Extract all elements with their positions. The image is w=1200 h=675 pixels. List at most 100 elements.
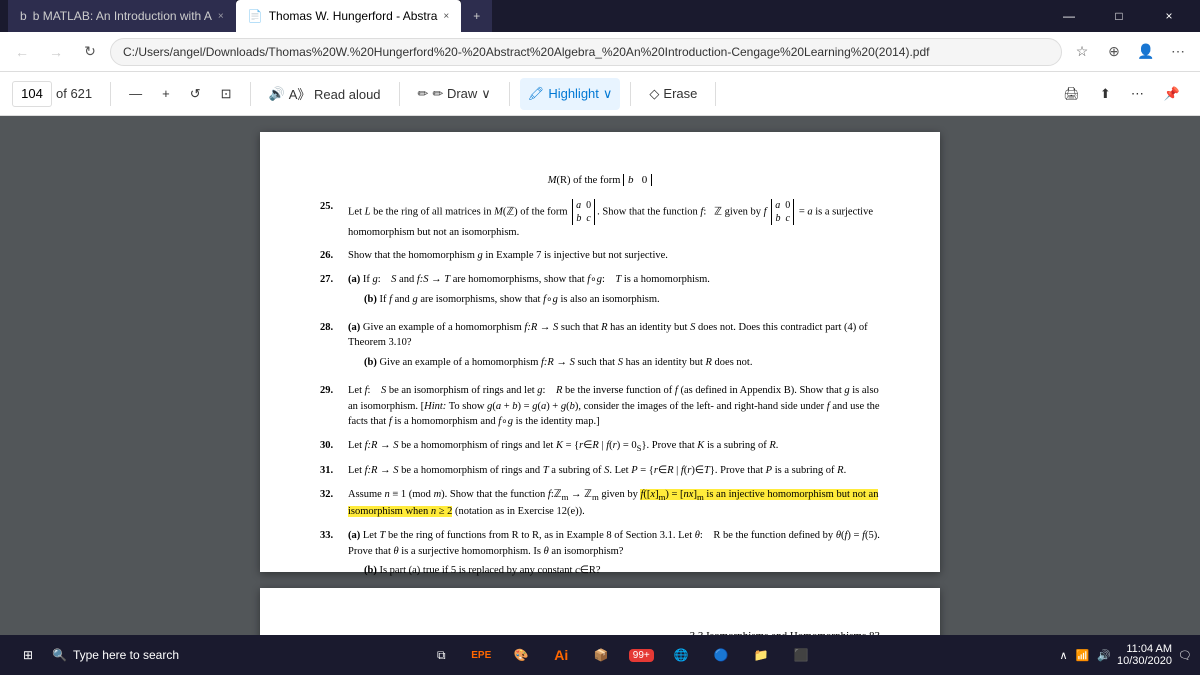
maximize-button[interactable]: □ <box>1096 0 1142 32</box>
read-aloud-label: A》 Read aloud <box>289 84 381 103</box>
tab-matlab-close[interactable]: × <box>218 11 224 22</box>
app-circle[interactable]: 🔵 <box>703 637 739 673</box>
ai-label: Ai <box>554 647 568 663</box>
wifi-icon[interactable]: 📶 <box>1076 649 1090 662</box>
search-label: Type here to search <box>73 648 179 662</box>
tab-hungerford-label: Thomas W. Hungerford - Abstra <box>269 9 438 23</box>
draw-chevron-icon: ∨ <box>481 86 491 102</box>
archive-icon: 📦 <box>594 648 609 662</box>
problem-27: 27. (a) If g: S and f:S → T are homomorp… <box>320 272 880 312</box>
volume-icon[interactable]: 🔊 <box>1097 649 1111 662</box>
page-navigation: of 621 <box>12 81 92 107</box>
back-button[interactable]: ← <box>8 38 36 66</box>
rotate-button[interactable]: ↺ <box>182 78 209 110</box>
draw-label: ✏ Draw <box>432 86 477 102</box>
tab-hungerford[interactable]: 📄 Thomas W. Hungerford - Abstra × <box>236 0 462 32</box>
taskview-button[interactable]: ⧉ <box>423 637 459 673</box>
search-icon: 🔍 <box>52 648 67 662</box>
share-button[interactable]: ⬆ <box>1092 78 1119 110</box>
problem-29: 29. Let f: S be an isomorphism of rings … <box>320 383 880 430</box>
start-icon: ⊞ <box>23 648 33 662</box>
pdf-viewer[interactable]: M(R) of the form b 0 25. Let L be the ri… <box>0 116 1200 635</box>
pin-icon: 📌 <box>1164 86 1180 102</box>
more-icon: ⋯ <box>1131 86 1144 102</box>
zoom-out-button[interactable]: — <box>121 78 150 110</box>
draw-button[interactable]: ✏ ✏ Draw ∨ <box>410 78 499 110</box>
circle-icon: 🔵 <box>714 648 729 662</box>
tab-matlab-label: b MATLAB: An Introduction with A <box>33 9 212 23</box>
highlighted-text: f([x]m) = [nx]m is an injective homomorp… <box>348 489 878 517</box>
taskbar-right: ∧ 📶 🔊 11:04 AM 10/30/2020 🗨 <box>1060 643 1193 667</box>
address-actions: ☆ ⊕ 👤 ⋯ <box>1068 38 1192 66</box>
taskview-icon: ⧉ <box>437 648 446 663</box>
app-browser[interactable]: 🌐 <box>663 637 699 673</box>
more-tools-button[interactable]: ⋯ <box>1123 78 1152 110</box>
tab-hungerford-close[interactable]: × <box>443 11 449 22</box>
url-bar[interactable] <box>110 38 1062 66</box>
folder-icon: 📁 <box>754 648 769 662</box>
page-number-input[interactable] <box>12 81 52 107</box>
terminal-icon: ⬛ <box>794 648 809 662</box>
print-button[interactable]: 🖨 <box>1055 78 1088 110</box>
profile-icon[interactable]: 👤 <box>1132 38 1160 66</box>
extensions-menu-icon[interactable]: ⋯ <box>1164 38 1192 66</box>
notification-icon[interactable]: 🗨 <box>1178 649 1192 662</box>
app-paint[interactable]: 🎨 <box>503 637 539 673</box>
page-top-header: M(R) of the form b 0 <box>320 172 880 189</box>
erase-label: Erase <box>663 86 697 101</box>
highlight-label: Highlight <box>548 86 599 101</box>
app-archive[interactable]: 📦 <box>583 637 619 673</box>
fit-page-button[interactable]: ⊡ <box>213 78 240 110</box>
taskbar: ⊞ 🔍 Type here to search ⧉ EPE 🎨 Ai 📦 99+… <box>0 635 1200 675</box>
tab-matlab[interactable]: b b MATLAB: An Introduction with A × <box>8 0 236 32</box>
minimize-button[interactable]: — <box>1046 0 1092 32</box>
app-terminal[interactable]: ⬛ <box>783 637 819 673</box>
paint-icon: 🎨 <box>514 648 529 662</box>
share-icon: ⬆ <box>1100 86 1111 102</box>
app-epe[interactable]: EPE <box>463 637 499 673</box>
pdf-page-bottom: 3.3 Isomorphisms and Homomorphisms 83 (b… <box>260 588 940 635</box>
tab-hungerford-icon: 📄 <box>248 9 263 23</box>
highlight-button[interactable]: 🖍 Highlight ∨ <box>520 78 621 110</box>
pdf-page-top: M(R) of the form b 0 25. Let L be the ri… <box>260 132 940 572</box>
page-section-header: 3.3 Isomorphisms and Homomorphisms 83 <box>320 628 880 635</box>
problem-26: 26. Show that the homomorphism g in Exam… <box>320 248 880 264</box>
pin-button[interactable]: 📌 <box>1156 78 1188 110</box>
chevron-up-icon[interactable]: ∧ <box>1060 649 1068 662</box>
draw-icon: ✏ <box>418 86 429 102</box>
new-tab-icon: + <box>473 9 480 23</box>
forward-button[interactable]: → <box>42 38 70 66</box>
read-aloud-button[interactable]: 🔊 A》 Read aloud <box>261 78 389 110</box>
problem-32: 32. Assume n ≡ 1 (mod m). Show that the … <box>320 487 880 520</box>
browser-icon: 🌐 <box>674 648 689 662</box>
window-controls: — □ × <box>1046 0 1192 32</box>
fit-icon: ⊡ <box>221 86 232 102</box>
problem-33: 33. (a) Let T be the ring of functions f… <box>320 528 880 583</box>
app-ai[interactable]: Ai <box>543 637 579 673</box>
problem-25: 25. Let L be the ring of all matrices in… <box>320 199 880 241</box>
tab-bar: b b MATLAB: An Introduction with A × 📄 T… <box>8 0 1038 32</box>
minus-icon: — <box>129 86 142 101</box>
sep2 <box>250 82 251 106</box>
app-folder[interactable]: 📁 <box>743 637 779 673</box>
highlight-icon: 🖍 <box>528 86 545 102</box>
content-area: M(R) of the form b 0 25. Let L be the ri… <box>0 116 1200 635</box>
start-button[interactable]: ⊞ <box>8 635 48 675</box>
sep6 <box>715 82 716 106</box>
taskbar-search[interactable]: 🔍 Type here to search <box>52 648 179 662</box>
toolbar-right: 🖨 ⬆ ⋯ 📌 <box>1055 78 1188 110</box>
system-tray: ∧ 📶 🔊 <box>1060 649 1111 662</box>
problem-33b: (b) Is part (a) true if 5 is replaced by… <box>364 563 880 579</box>
tab-matlab-icon: b <box>20 9 27 23</box>
clock[interactable]: 11:04 AM 10/30/2020 <box>1117 643 1172 667</box>
collections-icon[interactable]: ⊕ <box>1100 38 1128 66</box>
favorites-icon[interactable]: ☆ <box>1068 38 1096 66</box>
zoom-in-button[interactable]: + <box>154 78 178 110</box>
close-button[interactable]: × <box>1146 0 1192 32</box>
plus-icon: + <box>162 86 170 101</box>
problem-31: 31. Let f:R → S be a homomorphism of rin… <box>320 463 880 479</box>
refresh-button[interactable]: ↻ <box>76 38 104 66</box>
tab-new[interactable]: + <box>461 0 492 32</box>
app-badge[interactable]: 99+ <box>623 637 659 673</box>
erase-button[interactable]: ◇ Erase <box>641 78 705 110</box>
